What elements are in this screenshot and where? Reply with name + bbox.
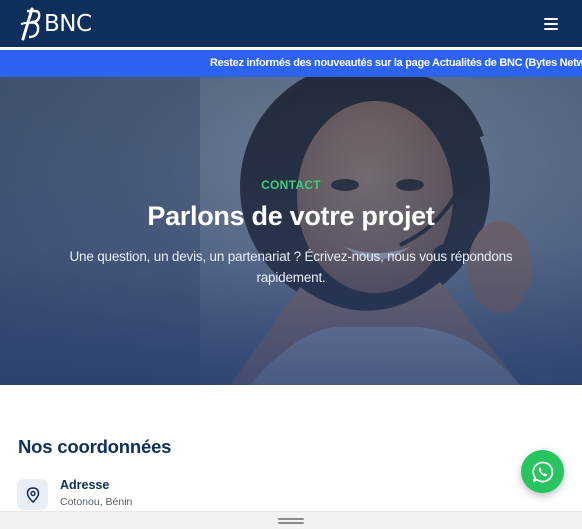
- hero-subtitle: Une question, un devis, un partenariat ?…: [69, 249, 513, 285]
- bottom-drag-handle[interactable]: [0, 511, 582, 529]
- hero-eyebrow: CONTACT: [261, 178, 321, 192]
- brand-logo[interactable]: BNC: [18, 7, 92, 41]
- logo-text: BNC: [44, 10, 92, 37]
- page-title: Parlons de votre projet: [147, 201, 435, 231]
- address-value: Cotonou, Bénin: [60, 496, 133, 508]
- address-label: Adresse: [60, 478, 110, 492]
- hamburger-icon[interactable]: [538, 11, 564, 37]
- bnc-logo-mark-icon: [20, 7, 41, 40]
- ticker-text: Restez informés des nouveautés sur la pa…: [210, 57, 582, 69]
- section-title-coordinates: Nos coordonnées: [18, 436, 172, 457]
- location-pin-icon: [17, 479, 48, 510]
- news-ticker[interactable]: Restez informés des nouveautés sur la pa…: [0, 50, 582, 77]
- whatsapp-button[interactable]: [521, 450, 564, 493]
- hero-banner: CONTACT Parlons de votre projet Une ques…: [0, 77, 582, 385]
- whatsapp-icon: [531, 461, 553, 482]
- top-navbar: BNC: [0, 0, 582, 47]
